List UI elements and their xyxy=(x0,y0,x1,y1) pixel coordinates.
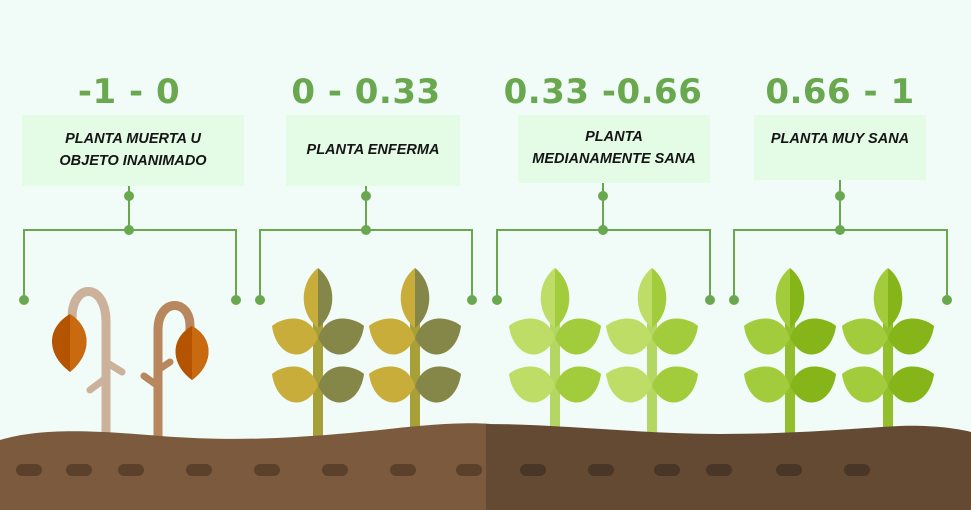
dead-plant-icon xyxy=(140,301,209,445)
range-value-sick: 0 - 0.33 xyxy=(291,72,441,112)
moderate-plant-icon xyxy=(606,268,698,442)
label-dead-text: PLANTA MUERTA U OBJETO INANIMADO xyxy=(59,130,207,169)
soil-dash xyxy=(520,464,546,476)
dead-plant-icon xyxy=(52,287,126,445)
label-moderate-text: PLANTA MEDIANAMENTE SANA xyxy=(532,129,696,167)
soil-dash xyxy=(118,464,144,476)
label-sick-text: PLANTA ENFERMA xyxy=(306,141,440,158)
soil-dash xyxy=(186,464,212,476)
label-dead: PLANTA MUERTA U OBJETO INANIMADO xyxy=(22,115,244,186)
soil-dash xyxy=(776,464,802,476)
range-value-moderate: 0.33 -0.66 xyxy=(503,72,703,112)
label-sick: PLANTA ENFERMA xyxy=(286,115,460,186)
label-healthy-text: PLANTA MUY SANA xyxy=(770,130,910,147)
range-value-healthy: 0.66 - 1 xyxy=(765,72,915,112)
soil-dash xyxy=(654,464,680,476)
soil-dash xyxy=(456,464,482,476)
soil-dash xyxy=(588,464,614,476)
healthy-plant-icon xyxy=(744,268,836,442)
soil-dash xyxy=(844,464,870,476)
sick-plant-icon xyxy=(272,268,364,442)
sick-plant-icon xyxy=(369,268,461,442)
soil-dash xyxy=(66,464,92,476)
soil-dash xyxy=(706,464,732,476)
soil-ground xyxy=(0,423,971,510)
soil-dash xyxy=(16,464,42,476)
soil-dash xyxy=(322,464,348,476)
ndvi-infographic: -1 - 0 0 - 0.33 0.33 -0.66 0.66 - 1 PLAN… xyxy=(0,0,971,510)
range-value-dead: -1 - 0 xyxy=(77,72,181,112)
healthy-plant-icon xyxy=(842,268,934,442)
soil-dash xyxy=(254,464,280,476)
label-moderate: PLANTA MEDIANAMENTE SANA xyxy=(518,115,710,183)
label-healthy: PLANTA MUY SANA xyxy=(754,115,926,180)
moderate-plant-icon xyxy=(509,268,601,442)
soil-dash xyxy=(390,464,416,476)
